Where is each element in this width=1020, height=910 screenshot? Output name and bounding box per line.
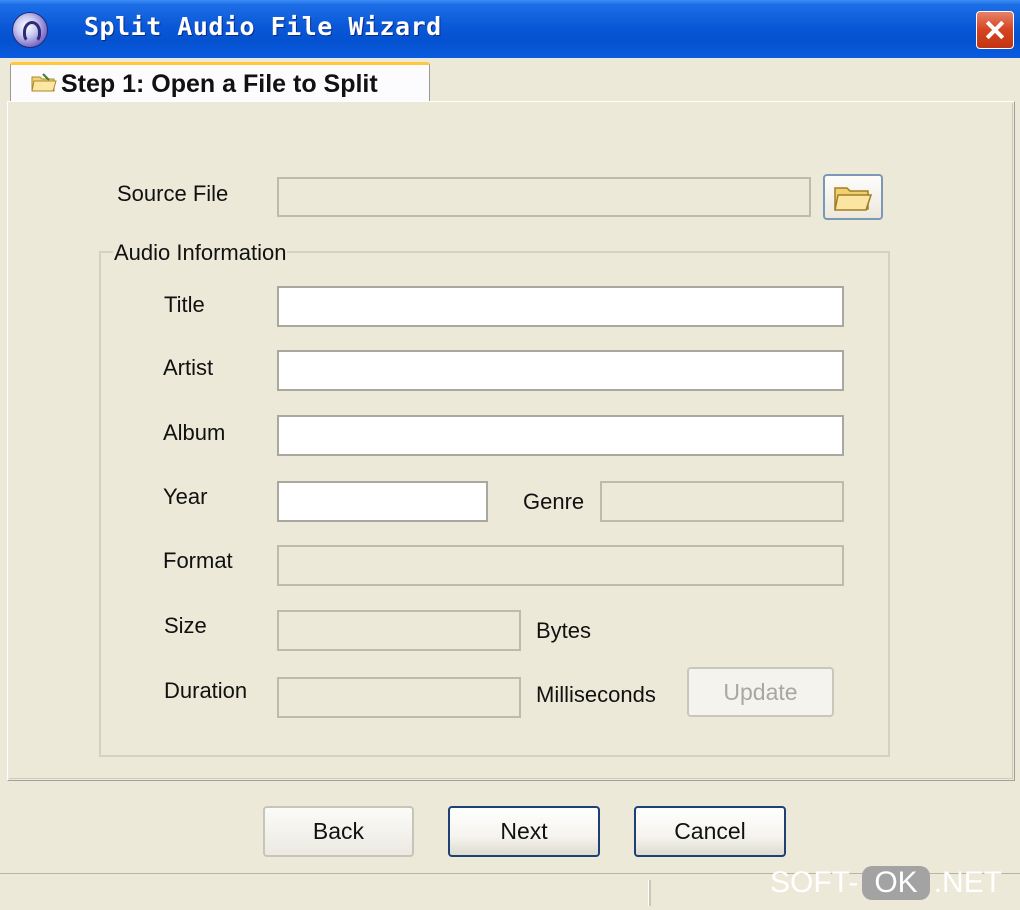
tab-label: Step 1: Open a File to Split: [61, 70, 378, 98]
title-field[interactable]: [277, 286, 844, 327]
watermark-right: .NET: [933, 866, 1003, 899]
watermark-left: SOFT-: [770, 866, 859, 899]
cancel-button[interactable]: Cancel: [634, 806, 786, 857]
audio-info-title: Audio Information: [113, 240, 288, 266]
format-field[interactable]: [277, 545, 844, 586]
year-label: Year: [163, 484, 208, 509]
browse-button[interactable]: [823, 174, 883, 220]
tab-step-1[interactable]: Step 1: Open a File to Split: [10, 62, 430, 102]
app-icon: [12, 12, 48, 48]
album-field[interactable]: [277, 415, 844, 456]
size-field[interactable]: [277, 610, 521, 651]
genre-label: Genre: [523, 489, 585, 514]
source-file-field[interactable]: [277, 177, 811, 217]
watermark-ok: OK: [862, 866, 930, 900]
update-button[interactable]: Update: [687, 667, 834, 717]
artist-field[interactable]: [277, 350, 844, 391]
folder-icon: [834, 187, 873, 211]
format-label: Format: [163, 548, 233, 573]
duration-unit: Milliseconds: [536, 682, 656, 707]
duration-field[interactable]: [277, 677, 521, 718]
genre-field[interactable]: [600, 481, 844, 522]
size-unit: Bytes: [536, 618, 592, 643]
watermark: SOFT- OK .NET: [770, 866, 1002, 900]
title-bar[interactable]: Split Audio File Wizard: [0, 0, 1020, 58]
folder-open-icon: [31, 73, 57, 92]
artist-label: Artist: [163, 355, 214, 380]
window-title: Split Audio File Wizard: [84, 12, 442, 41]
next-button[interactable]: Next: [448, 806, 600, 857]
source-file-label: Source File: [117, 181, 229, 206]
back-button[interactable]: Back: [263, 806, 414, 857]
year-field[interactable]: [277, 481, 488, 522]
duration-label: Duration: [164, 678, 248, 703]
size-label: Size: [164, 613, 207, 638]
status-separator: [648, 880, 651, 906]
album-label: Album: [163, 420, 226, 445]
title-label: Title: [164, 292, 205, 317]
close-button[interactable]: [976, 11, 1014, 49]
